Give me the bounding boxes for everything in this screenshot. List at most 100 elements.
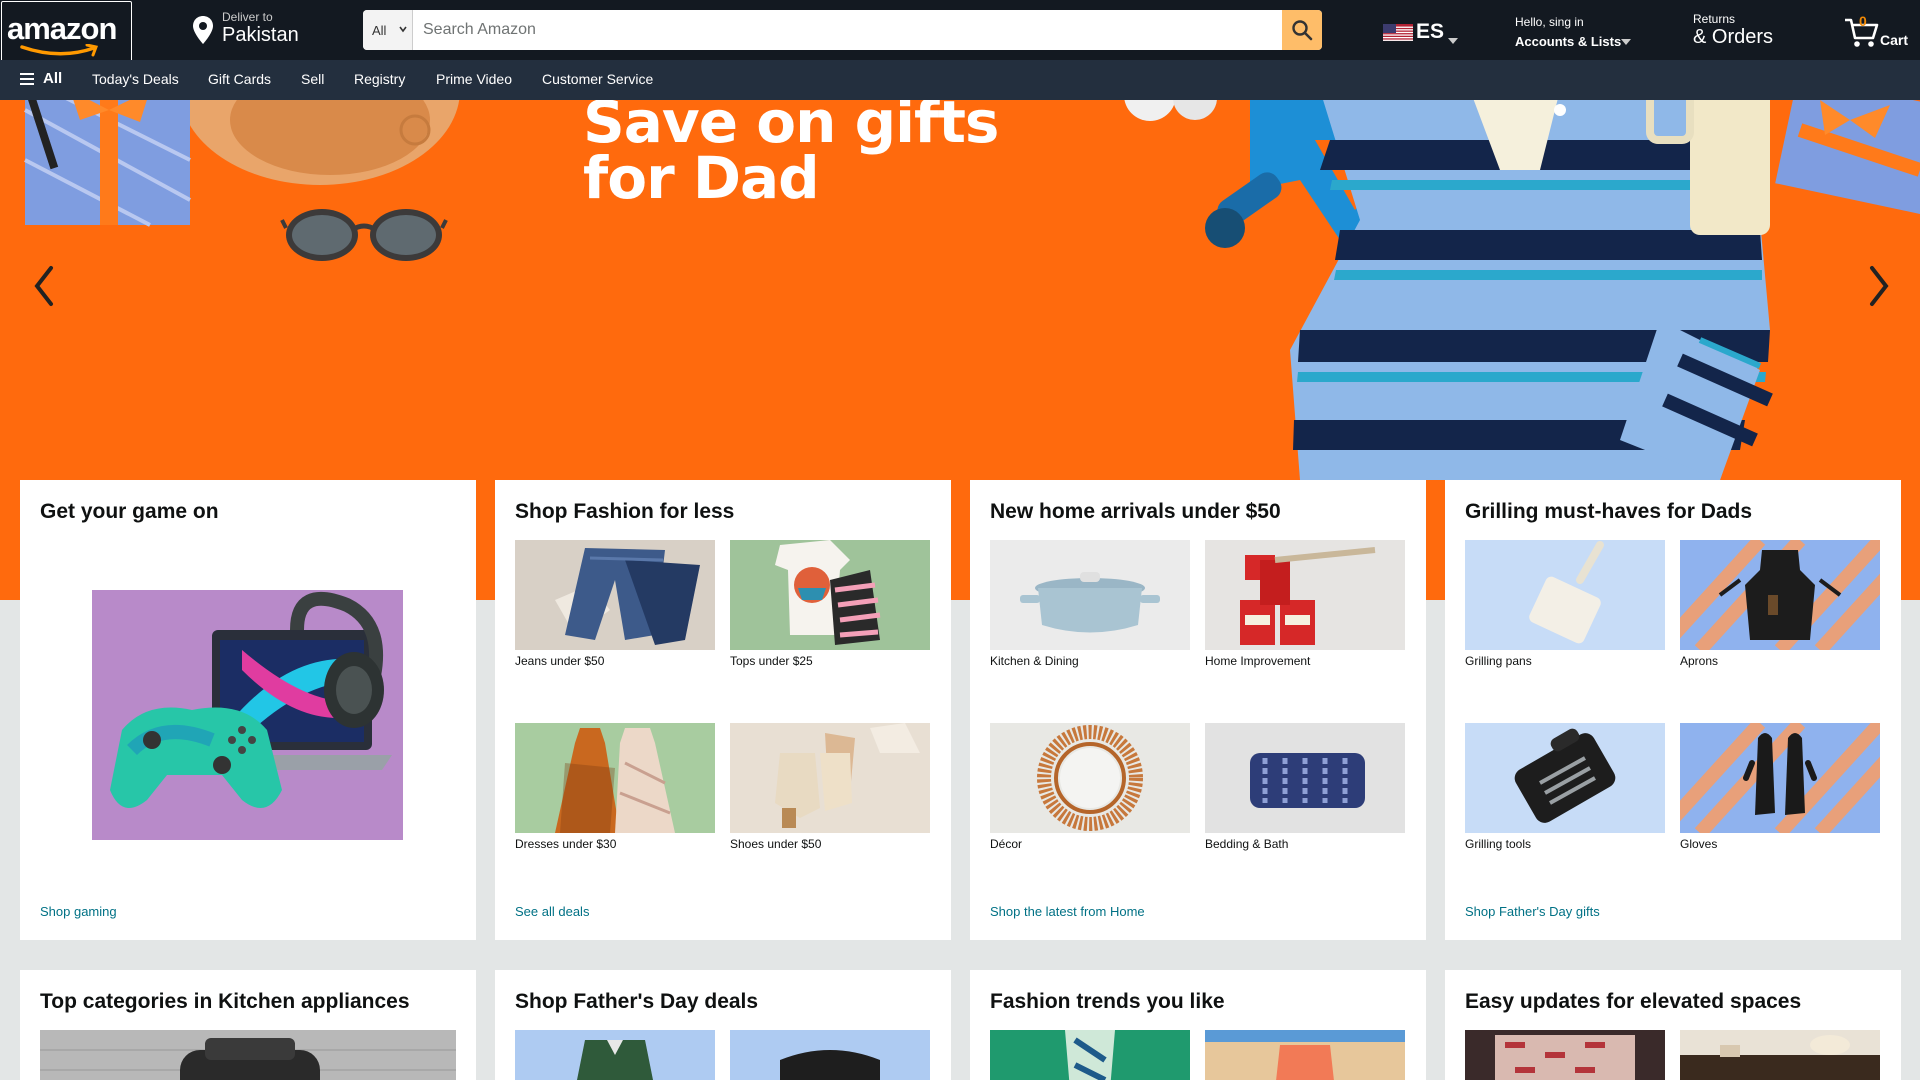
cart-count: 0	[1859, 13, 1867, 29]
hamburger-menu-icon	[20, 73, 34, 85]
card-title: Shop Fashion for less	[515, 500, 735, 523]
all-menu-label: All	[43, 70, 63, 87]
see-all-deals-link[interactable]: See all deals	[515, 904, 589, 919]
tile-label: Grilling tools	[1465, 837, 1532, 851]
search-input[interactable]	[413, 10, 1279, 50]
tile-label: Bedding & Bath	[1205, 837, 1289, 851]
tile-fathers-day-shirt[interactable]	[515, 1030, 715, 1080]
tile-gloves[interactable]: Gloves	[1680, 723, 1880, 851]
tile-grilling-tools[interactable]: Grilling tools	[1465, 723, 1665, 851]
shop-fathers-day-gifts-link[interactable]: Shop Father's Day gifts	[1465, 904, 1600, 919]
shop-latest-home-link[interactable]: Shop the latest from Home	[990, 904, 1145, 919]
tile-label: Home Improvement	[1205, 654, 1311, 668]
returns-and-orders[interactable]: Returns & Orders	[1688, 10, 1788, 54]
aprons-image	[1680, 540, 1880, 650]
chevron-down-icon	[399, 26, 407, 33]
location-pin-icon	[193, 16, 213, 44]
nav-todays-deals[interactable]: Today's Deals	[92, 71, 179, 87]
jeans-image	[515, 540, 715, 650]
home-improvement-image	[1205, 540, 1405, 650]
tops-image	[730, 540, 930, 650]
language-selector[interactable]: ES	[1380, 16, 1460, 46]
cart-button[interactable]: 0 Cart	[1842, 12, 1914, 52]
account-greeting: Hello, sing in	[1515, 15, 1584, 29]
caret-down-icon	[1448, 38, 1458, 44]
account-and-lists[interactable]: Hello, sing in Accounts & Lists	[1510, 12, 1640, 52]
hero-title: Save on gifts for Dad	[583, 100, 999, 207]
logo-text: amazon	[7, 11, 117, 46]
tile-tops[interactable]: Tops under $25	[730, 540, 930, 668]
search-bar: All	[363, 10, 1322, 50]
tile-label: Dresses under $30	[515, 837, 617, 851]
tile-fathers-day-shoes[interactable]	[730, 1030, 930, 1080]
nav-sell[interactable]: Sell	[301, 71, 324, 87]
tile-fashion-trend-1[interactable]	[990, 1030, 1190, 1080]
tile-label: Kitchen & Dining	[990, 654, 1079, 668]
search-button[interactable]	[1282, 10, 1322, 50]
card-title: Grilling must-haves for Dads	[1465, 500, 1753, 523]
tile-jeans[interactable]: Jeans under $50	[515, 540, 715, 668]
gaming-image[interactable]	[92, 590, 403, 840]
card-gaming: Get your game on Shop gaming	[20, 480, 476, 940]
card-home-arrivals: New home arrivals under $50 Kitchen & Di…	[970, 480, 1426, 940]
grilling-tools-image	[1465, 723, 1665, 833]
tile-decor[interactable]: Décor	[990, 723, 1190, 851]
tile-elevated-space-1[interactable]	[1465, 1030, 1665, 1080]
carousel-next-arrow-icon[interactable]	[1858, 250, 1898, 320]
decor-image	[990, 723, 1190, 833]
tile-aprons[interactable]: Aprons	[1680, 540, 1880, 668]
deliver-to-country: Pakistan	[222, 24, 299, 46]
us-flag-icon	[1383, 24, 1413, 41]
search-category-select[interactable]: All	[363, 10, 413, 50]
cart-label: Cart	[1880, 32, 1909, 48]
language-code: ES	[1416, 20, 1445, 43]
top-navigation-bar: amazon Deliver to Pakistan All Search Am…	[0, 0, 1920, 63]
tile-fashion-trend-2[interactable]	[1205, 1030, 1405, 1080]
tile-label: Décor	[990, 837, 1023, 851]
tile-label: Shoes under $50	[730, 837, 822, 851]
logo-smile-icon	[20, 44, 99, 57]
grilling-pans-image	[1465, 540, 1665, 650]
search-category-value: All	[372, 23, 387, 38]
carousel-prev-arrow-icon[interactable]	[25, 250, 65, 320]
bedding-bath-image	[1205, 723, 1405, 833]
kitchen-appliances-image[interactable]	[40, 1030, 456, 1080]
tile-dresses[interactable]: Dresses under $30	[515, 723, 715, 851]
card-title: Top categories in Kitchen appliances	[40, 990, 410, 1013]
hero-title-line-2: for Dad	[583, 144, 820, 212]
shoes-image	[730, 723, 930, 833]
tile-label: Jeans under $50	[515, 654, 605, 668]
deliver-to-label: Deliver to	[222, 10, 273, 24]
kitchen-dining-image	[990, 540, 1190, 650]
account-lists-label: Accounts & Lists	[1515, 34, 1622, 49]
deliver-to-location[interactable]: Deliver to Pakistan	[188, 7, 338, 53]
tile-elevated-space-2[interactable]	[1680, 1030, 1880, 1080]
caret-down-icon	[1621, 39, 1631, 45]
shop-gaming-link[interactable]: Shop gaming	[40, 904, 117, 919]
card-title: Get your game on	[40, 500, 219, 523]
tile-shoes[interactable]: Shoes under $50	[730, 723, 930, 851]
card-title: Shop Father's Day deals	[515, 990, 759, 1013]
card-title: Easy updates for elevated spaces	[1465, 990, 1802, 1013]
card-kitchen-appliances: Top categories in Kitchen appliances	[20, 970, 476, 1080]
tile-kitchen-dining[interactable]: Kitchen & Dining	[990, 540, 1190, 668]
dresses-image	[515, 723, 715, 833]
tile-grilling-pans[interactable]: Grilling pans	[1465, 540, 1665, 668]
nav-customer-service[interactable]: Customer Service	[542, 71, 653, 87]
card-title: Fashion trends you like	[990, 990, 1225, 1013]
gaming-bundle-image	[92, 590, 403, 840]
tile-label: Gloves	[1680, 837, 1718, 851]
orders-label: & Orders	[1693, 26, 1774, 48]
card-title: New home arrivals under $50	[990, 500, 1281, 523]
nav-gift-cards[interactable]: Gift Cards	[208, 71, 271, 87]
nav-registry[interactable]: Registry	[354, 71, 405, 87]
card-grilling: Grilling must-haves for Dads Grilling pa…	[1445, 480, 1901, 940]
tile-label: Grilling pans	[1465, 654, 1532, 668]
card-fashion-trends: Fashion trends you like	[970, 970, 1426, 1080]
tile-bedding-bath[interactable]: Bedding & Bath	[1205, 723, 1405, 851]
amazon-logo[interactable]: amazon	[1, 1, 132, 63]
nav-prime-video[interactable]: Prime Video	[436, 71, 512, 87]
tile-home-improvement[interactable]: Home Improvement	[1205, 540, 1405, 668]
card-fathers-day-deals: Shop Father's Day deals	[495, 970, 951, 1080]
gloves-image	[1680, 723, 1880, 833]
